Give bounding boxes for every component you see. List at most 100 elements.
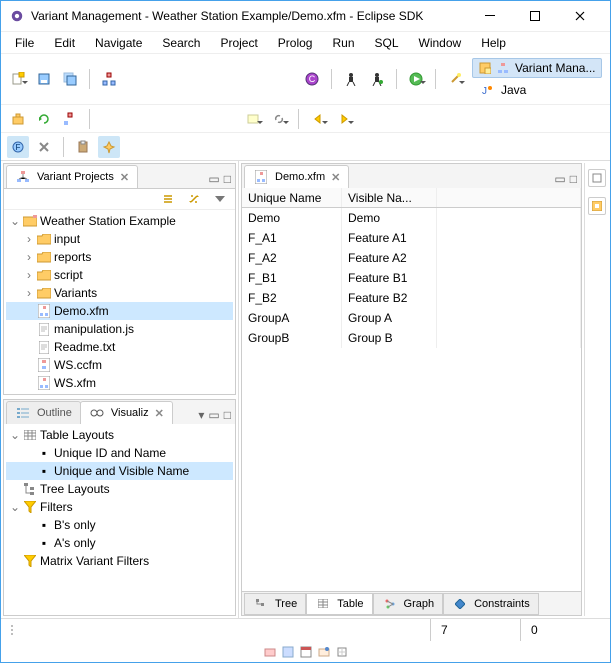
tree-file-txt[interactable]: Readme.txt: [6, 338, 233, 356]
tree-project-root[interactable]: ⌄ Weather Station Example: [6, 212, 233, 230]
bottom-tab-graph[interactable]: Graph: [373, 593, 444, 615]
menu-run[interactable]: Run: [324, 34, 362, 52]
back-button[interactable]: [307, 108, 329, 130]
status-icon[interactable]: [282, 646, 294, 658]
tree-file-js[interactable]: manipulation.js: [6, 320, 233, 338]
trimbar-view-icon[interactable]: [588, 197, 606, 215]
tree-folder[interactable]: ›Variants: [6, 284, 233, 302]
tree-tree-layouts[interactable]: Tree Layouts: [6, 480, 233, 498]
pin-icon[interactable]: [98, 136, 120, 158]
maximize-view-icon[interactable]: □: [224, 172, 231, 186]
expand-icon[interactable]: ⌄: [8, 214, 22, 228]
link-editor-icon[interactable]: [183, 188, 205, 210]
status-icon[interactable]: [300, 646, 312, 658]
variant-model-icon[interactable]: [59, 108, 81, 130]
tree-table-layouts[interactable]: ⌄Table Layouts: [6, 426, 233, 444]
tree-file-ccfm[interactable]: WS.ccfm: [6, 356, 233, 374]
menu-navigate[interactable]: Navigate: [87, 34, 150, 52]
save-all-button[interactable]: [59, 68, 81, 90]
compile-icon[interactable]: C: [301, 68, 323, 90]
bottom-tab-tree[interactable]: Tree: [244, 593, 306, 615]
run-button[interactable]: [405, 68, 427, 90]
expand-icon[interactable]: ⌄: [8, 428, 22, 442]
menu-sql[interactable]: SQL: [367, 34, 407, 52]
tab-outline[interactable]: Outline: [6, 401, 81, 424]
expand-icon[interactable]: ›: [22, 250, 36, 264]
menu-edit[interactable]: Edit: [46, 34, 83, 52]
tree-folder[interactable]: ›reports: [6, 248, 233, 266]
view-menu-icon[interactable]: ▾: [198, 408, 204, 422]
menu-prolog[interactable]: Prolog: [270, 34, 321, 52]
tree-filters[interactable]: ⌄Filters: [6, 498, 233, 516]
view-menu-icon[interactable]: [209, 188, 231, 210]
trimbar-restore-icon[interactable]: [588, 169, 606, 187]
save-button[interactable]: [33, 68, 55, 90]
paste-icon[interactable]: [72, 136, 94, 158]
menu-window[interactable]: Window: [411, 34, 470, 52]
maximize-button[interactable]: [512, 2, 557, 31]
collapse-all-icon[interactable]: [157, 188, 179, 210]
run-person-icon[interactable]: [366, 68, 388, 90]
new-button[interactable]: [7, 68, 29, 90]
close-button[interactable]: [557, 2, 602, 31]
magic-button[interactable]: [444, 68, 466, 90]
expand-icon[interactable]: ›: [22, 286, 36, 300]
table-row[interactable]: DemoDemo: [242, 208, 581, 228]
tree-file-xfm[interactable]: WS.xfm: [6, 374, 233, 392]
status-icon[interactable]: [336, 646, 348, 658]
menu-project[interactable]: Project: [212, 34, 265, 52]
table-row[interactable]: F_B2Feature B2: [242, 288, 581, 308]
table-row[interactable]: F_A1Feature A1: [242, 228, 581, 248]
maximize-view-icon[interactable]: □: [224, 408, 231, 422]
status-handle-icon[interactable]: [1, 623, 17, 637]
refresh-icon[interactable]: [33, 108, 55, 130]
perspective-variant[interactable]: Variant Mana...: [472, 58, 602, 78]
minimize-button[interactable]: [467, 2, 512, 31]
tree-folder[interactable]: ›input: [6, 230, 233, 248]
tree-layout-item[interactable]: ▪Unique and Visible Name: [6, 462, 233, 480]
expand-icon[interactable]: ⌄: [8, 500, 22, 514]
bottom-tab-table[interactable]: Table: [306, 593, 372, 615]
maximize-view-icon[interactable]: □: [570, 172, 577, 186]
column-unique-name[interactable]: Unique Name: [242, 188, 342, 207]
expand-icon[interactable]: ›: [22, 268, 36, 282]
tree-filter-item[interactable]: ▪B's only: [6, 516, 233, 534]
tree-layout-item[interactable]: ▪Unique ID and Name: [6, 444, 233, 462]
expand-icon[interactable]: ›: [22, 232, 36, 246]
menu-help[interactable]: Help: [473, 34, 514, 52]
tree-matrix-filters[interactable]: Matrix Variant Filters: [6, 552, 233, 570]
filter-toggle-button[interactable]: F: [7, 136, 29, 158]
link-icon[interactable]: [268, 108, 290, 130]
minimize-view-icon[interactable]: ▭: [208, 172, 219, 186]
table-row[interactable]: GroupBGroup B: [242, 328, 581, 348]
menu-file[interactable]: File: [7, 34, 42, 52]
bottom-tab-constraints[interactable]: Constraints: [443, 593, 539, 615]
tree-filter-item[interactable]: ▪A's only: [6, 534, 233, 552]
debug-person-icon[interactable]: [340, 68, 362, 90]
tree-file-xfm[interactable]: Demo.xfm: [6, 302, 233, 320]
status-icon[interactable]: [318, 646, 330, 658]
tree-folder[interactable]: ›script: [6, 266, 233, 284]
close-icon[interactable]: ✕: [120, 171, 129, 184]
table-row[interactable]: GroupAGroup A: [242, 308, 581, 328]
tab-visualization[interactable]: Visualiz ✕: [80, 401, 173, 424]
variant-orange-icon[interactable]: [7, 108, 29, 130]
close-icon[interactable]: ✕: [331, 171, 340, 184]
history-icon[interactable]: [242, 108, 264, 130]
clear-filter-icon[interactable]: [33, 136, 55, 158]
feature-model-icon[interactable]: [98, 68, 120, 90]
close-icon[interactable]: ✕: [155, 407, 164, 420]
column-visible-name[interactable]: Visible Na...: [342, 188, 437, 207]
visualization-tree[interactable]: ⌄Table Layouts ▪Unique ID and Name ▪Uniq…: [4, 424, 235, 615]
editor-tab[interactable]: Demo.xfm ✕: [244, 165, 349, 188]
projects-tree[interactable]: ⌄ Weather Station Example ›input ›report…: [4, 210, 235, 394]
tab-variant-projects[interactable]: Variant Projects ✕: [6, 165, 138, 188]
minimize-view-icon[interactable]: ▭: [554, 172, 565, 186]
perspective-java[interactable]: J Java: [472, 80, 602, 100]
forward-button[interactable]: [333, 108, 355, 130]
table-row[interactable]: F_B1Feature B1: [242, 268, 581, 288]
menu-search[interactable]: Search: [154, 34, 208, 52]
table-row[interactable]: F_A2Feature A2: [242, 248, 581, 268]
minimize-view-icon[interactable]: ▭: [208, 408, 219, 422]
status-icon[interactable]: [264, 646, 276, 658]
